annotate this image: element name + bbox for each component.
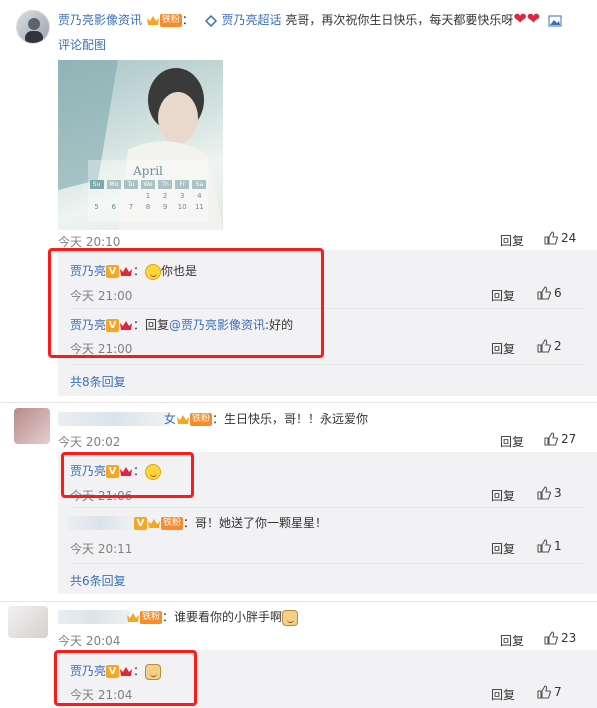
avatar[interactable] [14, 408, 50, 444]
calendar-weekday: Fr [175, 180, 190, 189]
avatar-portrait-icon [25, 18, 43, 43]
like-button[interactable]: 27 [544, 431, 576, 446]
reply-button[interactable]: 回复 [500, 433, 524, 450]
avatar[interactable] [16, 10, 50, 44]
calendar-weekday: Sa [192, 180, 207, 189]
thumbs-up-icon [544, 230, 558, 245]
highlight-box [61, 452, 194, 498]
calendar-day: 5 [94, 203, 99, 211]
thumbs-up-icon [537, 538, 551, 553]
calendar-day: 2 [162, 192, 168, 200]
main-comment-line: 贾乃亮影像资讯 铁粉： 贾乃亮超话 亮哥，再次祝你生日快乐，每天都要快乐呀❤❤ [58, 10, 562, 28]
like-button[interactable]: 3 [537, 485, 562, 500]
reply-button[interactable]: 回复 [500, 632, 524, 649]
divider [70, 364, 585, 365]
thumbs-up-icon [537, 338, 551, 353]
calendar-weekday: Mo [106, 180, 121, 189]
divider [70, 563, 585, 564]
calendar-day [107, 192, 121, 200]
reply-button[interactable]: 回复 [491, 287, 515, 304]
calendar-weekday: Th [158, 180, 173, 189]
calendar-day: 3 [180, 192, 185, 200]
calendar-month: April [133, 164, 163, 178]
thumbs-up-icon [537, 485, 551, 500]
heart-icon: ❤ [513, 9, 527, 28]
calendar-day: 11 [194, 203, 204, 211]
calendar-day: 7 [128, 203, 134, 211]
calendar-day [124, 192, 138, 200]
thumbs-up-icon [537, 285, 551, 300]
calendar-day [90, 192, 104, 200]
reply-button[interactable]: 回复 [491, 487, 515, 504]
comment-username[interactable]: 贾乃亮影像资讯 [58, 13, 142, 27]
super-topic-icon [204, 14, 217, 27]
calendar-weekday: We [140, 180, 155, 189]
calendar-day: 9 [162, 203, 168, 211]
picture-icon [548, 15, 562, 26]
crown-icon [177, 415, 190, 424]
fan-badge: 铁粉 [159, 14, 182, 27]
calendar-weekday: Tu [123, 180, 138, 189]
fan-badge: 铁粉 [190, 413, 213, 426]
comment-text: ：谁要看你的小胖手啊 [162, 610, 283, 624]
like-button[interactable]: 1 [537, 538, 562, 553]
fan-badge: 铁粉 [140, 611, 163, 624]
divider [0, 601, 597, 602]
crown-icon [148, 519, 160, 528]
comment-image[interactable]: April Su Mo Tu We Th Fr Sa 1 2 3 4 5 6 7 8 9 10 11 [58, 60, 223, 230]
super-topic-link[interactable]: 贾乃亮超话 [222, 13, 282, 27]
comment-text: 亮哥，再次祝你生日快乐，每天都要快乐呀 [285, 13, 514, 27]
like-button[interactable]: 2 [537, 338, 562, 353]
like-button[interactable]: 6 [537, 285, 562, 300]
reply-button[interactable]: 回复 [491, 686, 515, 703]
divider [0, 402, 597, 403]
reply-line: V 铁粉 ：哥！她送了你一颗星星！ [134, 514, 327, 532]
calendar-day: 1 [145, 192, 151, 200]
divider [70, 507, 585, 508]
comment-line: 女 铁粉 ：生日快乐，哥！！永远爱你 [164, 410, 368, 428]
comment-picture-link[interactable]: 评论配图 [58, 36, 106, 53]
reply-button[interactable]: 回复 [491, 540, 515, 557]
like-button[interactable]: 24 [544, 230, 576, 245]
calendar-overlay: April Su Mo Tu We Th Fr Sa 1 2 3 4 5 6 7 8 9 10 11 [88, 160, 208, 222]
calendar-day: 4 [197, 192, 202, 200]
avatar[interactable] [8, 606, 48, 638]
comment-username[interactable]: 女 [164, 412, 176, 426]
calendar-weekday: Su [89, 180, 104, 189]
reply-timestamp: 今天 20:11 [70, 542, 133, 556]
redacted-username [58, 412, 170, 426]
highlight-box [54, 650, 197, 706]
calendar-day: 8 [145, 203, 151, 211]
fan-badge: 铁粉 [161, 517, 184, 530]
comment-line: 铁粉 ：谁要看你的小胖手啊 [126, 608, 299, 626]
crown-icon [127, 613, 139, 622]
comment-text: ：生日快乐，哥！！永远爱你 [212, 412, 369, 426]
heart-icon: ❤ [526, 9, 541, 28]
doge-emoji-icon [282, 609, 299, 626]
redacted-username [68, 516, 134, 530]
highlight-box [48, 248, 324, 358]
calendar-day: 6 [111, 203, 116, 211]
verified-v-icon: V [134, 517, 147, 530]
thumbs-up-icon [537, 684, 551, 699]
like-button[interactable]: 7 [537, 684, 562, 699]
like-button[interactable]: 23 [544, 630, 576, 645]
reply-button[interactable]: 回复 [491, 340, 515, 357]
more-replies-link[interactable]: 共6条回复 [70, 572, 126, 589]
redacted-username [58, 610, 130, 624]
thumbs-up-icon [544, 630, 558, 645]
calendar-day: 10 [177, 203, 187, 211]
crown-icon [146, 16, 159, 25]
thumbs-up-icon [544, 431, 558, 446]
reply-button[interactable]: 回复 [500, 232, 524, 249]
comment-timestamp: 今天 20:02 [58, 435, 121, 449]
more-replies-link[interactable]: 共8条回复 [70, 373, 126, 390]
comment-timestamp: 今天 20:04 [58, 634, 121, 648]
